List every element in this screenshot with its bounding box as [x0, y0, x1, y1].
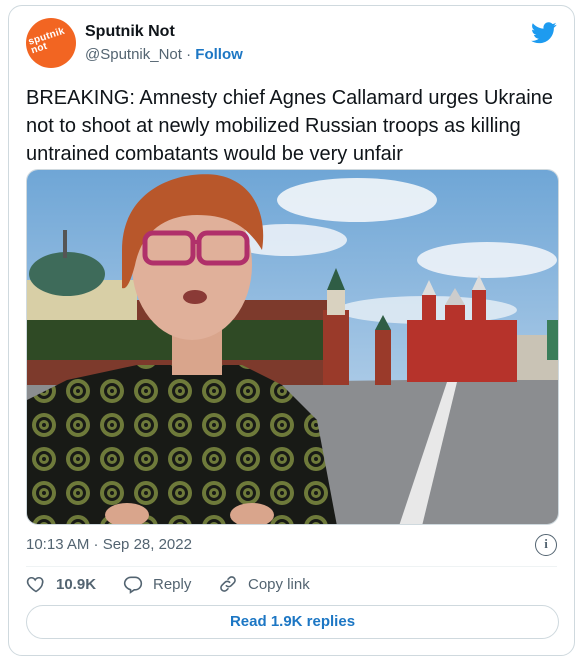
avatar-logo-text: sputnik not: [26, 25, 67, 57]
heart-icon: [26, 576, 44, 593]
tweet-card: sputnik not Sputnik Not @Sputnik_Not · F…: [8, 5, 575, 656]
tweet-photo[interactable]: [26, 169, 559, 525]
reply-button[interactable]: Reply: [123, 571, 191, 597]
action-bar: 10.9K Reply Copy link: [26, 571, 561, 597]
copy-link-button[interactable]: Copy link: [218, 571, 310, 597]
read-replies-button[interactable]: Read 1.9K replies: [26, 605, 559, 639]
link-icon: [220, 576, 236, 592]
divider: [26, 566, 557, 567]
avatar[interactable]: sputnik not: [26, 18, 76, 68]
handle-row: @Sputnik_Not · Follow: [85, 46, 243, 63]
like-count: 10.9K: [56, 575, 97, 593]
timestamp[interactable]: 10:13 AM · Sep 28, 2022: [26, 536, 192, 553]
twitter-bird-icon[interactable]: [531, 22, 557, 44]
photo-illustration: [27, 170, 558, 524]
separator: ·: [181, 46, 196, 63]
reply-label: Reply: [153, 575, 192, 593]
info-icon[interactable]: i: [535, 534, 557, 556]
reply-bubble-icon: [123, 576, 143, 594]
follow-link[interactable]: Follow: [195, 46, 243, 63]
display-name[interactable]: Sputnik Not: [85, 23, 175, 41]
copy-link-label: Copy link: [248, 575, 310, 593]
handle[interactable]: @Sputnik_Not: [85, 46, 182, 63]
tweet-text: BREAKING: Amnesty chief Agnes Callamard …: [26, 87, 553, 165]
like-button[interactable]: 10.9K: [26, 571, 96, 597]
